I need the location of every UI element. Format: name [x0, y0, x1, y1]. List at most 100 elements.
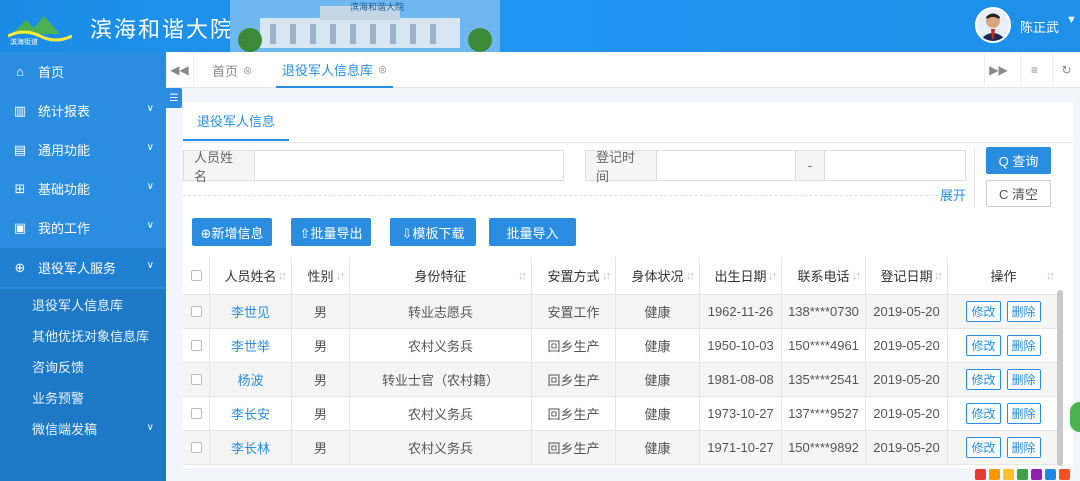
submenu-item-feedback[interactable]: 咨询反馈	[0, 351, 166, 382]
table-cell: 150****4961	[782, 329, 866, 362]
tab-scroll-left-icon[interactable]: ◀◀	[166, 52, 194, 88]
tray-icon[interactable]	[1003, 468, 1014, 480]
table-cell: 男	[292, 363, 350, 396]
refresh-icon[interactable]: ↻	[1052, 52, 1080, 88]
floating-assist-button[interactable]	[1068, 400, 1080, 434]
delete-button[interactable]: 删除	[1006, 335, 1041, 356]
sort-icon[interactable]: ↓↑	[686, 270, 695, 282]
table-cell: 150****9892	[782, 431, 866, 464]
sidebar-item-home[interactable]: ⌂ 首页	[0, 52, 166, 91]
tray-icon[interactable]	[1017, 468, 1028, 480]
tray-icon[interactable]	[989, 468, 1000, 480]
sidebar-collapse-icon[interactable]: ☰	[166, 88, 182, 108]
tab-veteran-db[interactable]: 退役军人信息库 ⊗	[276, 52, 394, 88]
submenu-item-warning[interactable]: 业务预警	[0, 382, 166, 413]
query-button[interactable]: Q 查询	[986, 147, 1051, 174]
column-header[interactable]: 安置方式 ↓↑	[532, 257, 616, 294]
bar-chart-icon: ▥	[13, 102, 27, 118]
table-row: 李世见 男 转业志愿兵 安置工作 健康 1962-11-26 138****07…	[183, 295, 1059, 329]
delete-button[interactable]: 删除	[1006, 437, 1041, 458]
person-name-link[interactable]: 李长安	[231, 404, 270, 423]
sidebar-item-statistics[interactable]: ▥ 统计报表 ∨	[0, 91, 166, 130]
edit-button[interactable]: 修改	[966, 369, 1001, 390]
table-cell: 1973-10-27	[700, 397, 782, 430]
row-checkbox[interactable]	[190, 306, 202, 317]
sort-icon[interactable]: ↓↑	[278, 270, 287, 282]
column-header[interactable]: 身份特征 ↓↑	[350, 257, 532, 294]
sidebar-item-general[interactable]: ▤ 通用功能 ∨	[0, 130, 166, 169]
date-from-input[interactable]	[656, 150, 796, 181]
sort-icon[interactable]: ↓↑	[336, 270, 345, 282]
table-cell: 健康	[616, 397, 700, 430]
person-name-link[interactable]: 李世举	[231, 336, 270, 355]
sort-icon[interactable]: ↓↑	[1046, 270, 1055, 282]
batch-import-button[interactable]: 批量导入	[489, 218, 576, 246]
submenu-item-wechat[interactable]: 微信端发稿 ∨	[0, 413, 166, 444]
add-info-button[interactable]: ⊕新增信息	[192, 218, 272, 246]
edit-button[interactable]: 修改	[966, 437, 1001, 458]
sidebar-item-my-work[interactable]: ▣ 我的工作 ∨	[0, 208, 166, 247]
table-cell: 转业士官（农村籍）	[350, 363, 532, 396]
select-all-checkbox[interactable]	[190, 270, 202, 281]
sort-icon[interactable]: ↓↑	[852, 270, 861, 282]
user-name[interactable]: 陈正武	[1020, 17, 1059, 36]
chevron-down-icon: ∨	[146, 103, 154, 114]
sort-icon[interactable]: ↓↑	[934, 270, 943, 282]
column-header[interactable]: 操作 ↓↑	[948, 257, 1059, 294]
content-panel: 退役军人信息 人员姓名 登记时间 - 展开 Q 查询 C 清空 ⊕新增信息 ⇧批…	[183, 102, 1073, 468]
table-cell: 2019-05-20	[866, 363, 948, 396]
delete-button[interactable]: 删除	[1006, 301, 1041, 322]
top-header: 滨海街道 滨海和谐大院 滨海和谐大院 陈正武 ▼	[0, 0, 1080, 52]
tab-scroll-right-icon[interactable]: ▶▶	[984, 52, 1012, 88]
close-icon[interactable]: ⊗	[243, 64, 252, 77]
user-menu-caret-icon[interactable]: ▼	[1066, 14, 1077, 26]
template-download-button[interactable]: ⇩模板下载	[390, 218, 476, 246]
tray-icon[interactable]	[1031, 468, 1042, 480]
name-input[interactable]	[254, 150, 564, 181]
briefcase-icon: ▣	[13, 219, 27, 235]
expand-link[interactable]: 展开	[940, 185, 966, 204]
tab-home[interactable]: 首页 ⊗	[206, 52, 258, 88]
delete-button[interactable]: 删除	[1006, 369, 1041, 390]
sidebar-item-basic[interactable]: ⊞ 基础功能 ∨	[0, 169, 166, 208]
crosshair-icon: ⊕	[14, 259, 26, 275]
batch-export-button[interactable]: ⇧批量导出	[291, 218, 371, 246]
edit-button[interactable]: 修改	[966, 335, 1001, 356]
row-checkbox[interactable]	[190, 408, 202, 419]
menu-icon[interactable]: ≡	[1020, 52, 1048, 88]
submenu-item-veteran-db[interactable]: 退役军人信息库	[0, 289, 166, 320]
clear-button[interactable]: C 清空	[986, 180, 1051, 207]
column-header[interactable]: 联系电话 ↓↑	[782, 257, 866, 294]
edit-button[interactable]: 修改	[966, 301, 1001, 322]
edit-button[interactable]: 修改	[966, 403, 1001, 424]
close-icon[interactable]: ⊗	[378, 63, 387, 76]
table-cell: 安置工作	[532, 295, 616, 328]
person-name-link[interactable]: 杨波	[237, 370, 263, 389]
row-checkbox[interactable]	[190, 374, 202, 385]
column-header[interactable]: 性别 ↓↑	[292, 257, 350, 294]
table-cell: 135****2541	[782, 363, 866, 396]
row-checkbox[interactable]	[190, 340, 202, 351]
person-name-link[interactable]: 李世见	[231, 302, 270, 321]
sort-icon[interactable]: ↓↑	[518, 270, 527, 282]
sidebar-item-veteran-service[interactable]: ⊕ 退役军人服务 ∨	[0, 248, 166, 287]
column-header[interactable]: 身体状况 ↓↑	[616, 257, 700, 294]
column-header[interactable]: 出生日期 ↓↑	[700, 257, 782, 294]
person-name-link[interactable]: 李长林	[231, 438, 270, 457]
column-header[interactable]: 人员姓名 ↓↑	[210, 257, 292, 294]
row-checkbox[interactable]	[190, 442, 202, 453]
user-avatar[interactable]	[975, 7, 1011, 43]
tray-icon[interactable]	[1045, 468, 1056, 480]
sort-icon[interactable]: ↓↑	[768, 270, 777, 282]
column-header[interactable]: 登记日期 ↓↑	[866, 257, 948, 294]
sort-icon[interactable]: ↓↑	[602, 270, 611, 282]
delete-button[interactable]: 删除	[1006, 403, 1041, 424]
table-scrollbar[interactable]	[1057, 290, 1063, 466]
date-to-input[interactable]	[824, 150, 966, 181]
table-cell: 回乡生产	[532, 329, 616, 362]
tray-icon[interactable]	[1059, 468, 1070, 480]
submenu-item-label: 微信端发稿	[32, 422, 98, 437]
ime-icon[interactable]	[975, 468, 986, 480]
submenu-item-other-db[interactable]: 其他优抚对象信息库	[0, 320, 166, 351]
panel-tab[interactable]: 退役军人信息	[183, 102, 290, 141]
